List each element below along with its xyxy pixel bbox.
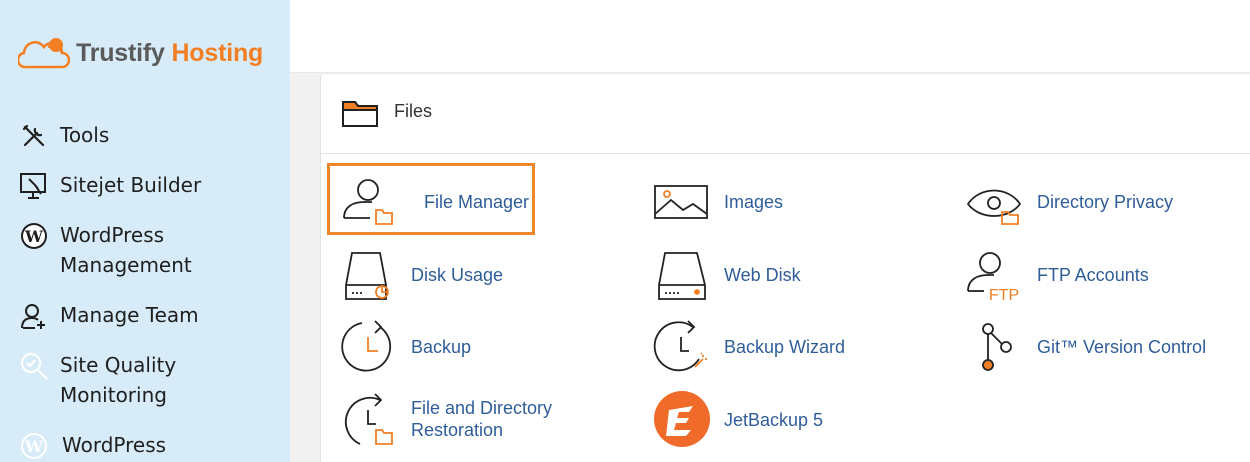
tool-file-and-directory-restoration[interactable]: File and Directory Restoration	[340, 390, 580, 452]
tool-label: Backup	[411, 337, 472, 357]
directory-privacy-icon	[966, 172, 1026, 232]
cloud-logo-icon	[18, 38, 70, 69]
tool-label: File and Directory Restoration	[411, 398, 553, 440]
svg-text:W: W	[24, 437, 44, 456]
tools-icon	[18, 120, 50, 152]
top-bar	[290, 0, 1250, 72]
tool-label: Disk Usage	[411, 265, 504, 285]
sitejet-icon	[18, 170, 50, 202]
section-title: Files	[394, 101, 433, 121]
disk-usage-icon	[340, 245, 400, 305]
tool-web-disk[interactable]: Web Disk	[653, 245, 853, 305]
magnifier-check-icon	[18, 350, 50, 382]
wordpress-icon: W	[18, 430, 50, 462]
tool-ftp-accounts[interactable]: FTP FTP Accounts	[966, 245, 1206, 305]
sidebar: Trustify Hosting Tools Sitejet Builder W…	[0, 0, 290, 462]
sidebar-item-label: WordPress	[62, 433, 167, 457]
brand-name-part1: Trustify	[76, 38, 165, 67]
sidebar-item-wordpress[interactable]: W WordPress	[0, 430, 290, 460]
web-disk-icon	[653, 245, 713, 305]
tool-label: Directory Privacy	[1037, 192, 1174, 212]
backup-wizard-icon	[653, 317, 713, 377]
sidebar-item-wordpress-management[interactable]: W WordPress Management	[0, 220, 290, 280]
tool-label: Git™ Version Control	[1037, 337, 1207, 357]
tool-git-version-control[interactable]: Git™ Version Control	[966, 317, 1226, 377]
ftp-accounts-icon: FTP	[966, 245, 1026, 305]
files-panel-header[interactable]: Files	[321, 75, 1250, 154]
sidebar-item-sitejet[interactable]: Sitejet Builder	[0, 170, 290, 200]
images-icon	[653, 172, 713, 232]
sidebar-item-tools[interactable]: Tools	[0, 120, 290, 150]
tool-label: Backup Wizard	[724, 337, 846, 357]
git-icon	[966, 317, 1026, 377]
sidebar-item-label: WordPress Management	[60, 223, 192, 277]
file-manager-icon	[340, 172, 400, 232]
brand-logo[interactable]: Trustify Hosting	[18, 33, 263, 73]
sidebar-item-label: Tools	[60, 123, 110, 147]
restoration-icon	[340, 390, 400, 450]
tool-backup[interactable]: Backup	[340, 317, 540, 377]
sidebar-item-label: Sitejet Builder	[60, 173, 202, 197]
tool-jetbackup-5[interactable]: JetBackup 5	[653, 390, 853, 450]
brand-name-part2: Hosting	[171, 38, 264, 67]
sidebar-item-label: Site Quality Monitoring	[60, 353, 177, 407]
tool-label: File Manager	[424, 192, 530, 212]
sidebar-item-site-quality-monitoring[interactable]: Site Quality Monitoring	[0, 350, 290, 410]
wordpress-icon: W	[18, 220, 50, 252]
tool-label: JetBackup 5	[724, 410, 824, 430]
sidebar-item-label: Manage Team	[60, 303, 199, 327]
tool-label: Images	[724, 192, 784, 212]
tool-directory-privacy[interactable]: Directory Privacy	[966, 172, 1226, 232]
team-icon	[18, 300, 50, 332]
jetbackup-icon	[653, 390, 713, 450]
tool-images[interactable]: Images	[653, 172, 853, 232]
svg-text:W: W	[24, 227, 44, 246]
backup-icon	[340, 317, 400, 377]
sidebar-item-manage-team[interactable]: Manage Team	[0, 300, 290, 330]
tool-file-manager[interactable]: File Manager	[340, 172, 530, 232]
folder-icon	[341, 98, 379, 133]
tool-backup-wizard[interactable]: Backup Wizard	[653, 317, 873, 377]
tool-label: FTP Accounts	[1037, 265, 1149, 285]
tool-label: Web Disk	[724, 265, 801, 285]
svg-text:FTP: FTP	[989, 287, 1019, 304]
tool-disk-usage[interactable]: Disk Usage	[340, 245, 540, 305]
